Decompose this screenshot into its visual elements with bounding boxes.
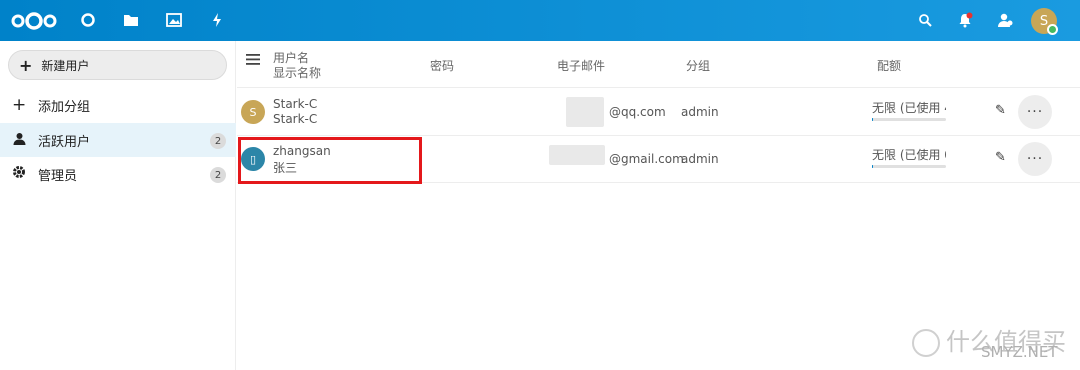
user-table: 用户名 显示名称 密码 电子邮件 分组 配额 S Stark-C Stark-C… [237, 41, 1080, 370]
notifications-icon[interactable] [954, 9, 976, 31]
row-email[interactable]: @qq.com [609, 105, 666, 119]
search-icon[interactable] [914, 9, 936, 31]
email-redaction [566, 97, 604, 127]
activity-icon[interactable] [206, 9, 228, 31]
header-groups: 分组 [686, 59, 711, 73]
header-password: 密码 [430, 59, 455, 73]
sidebar-item-active-users[interactable]: 活跃用户 2 [0, 123, 236, 157]
row-display-name: Stark-C [273, 112, 318, 126]
sidebar-item-add-group[interactable]: + 添加分组 [0, 88, 236, 122]
highlight-annotation [238, 137, 422, 184]
sidebar-item-label: 活跃用户 [38, 134, 91, 150]
row-username: Stark-C [273, 97, 318, 111]
row-quota[interactable]: 无限 (已使用 4 [872, 99, 946, 116]
quota-bar [872, 118, 946, 121]
plus-icon: + [12, 95, 27, 115]
header-display-name[interactable]: 显示名称 [273, 64, 321, 81]
user-icon [12, 132, 26, 149]
sidebar: + 新建用户 + 添加分组 活跃用户 2 管理员 2 [0, 41, 236, 370]
new-user-button[interactable]: + 新建用户 [8, 50, 227, 80]
files-icon[interactable] [120, 9, 142, 31]
admin-gear-icon [12, 165, 26, 183]
header-quota: 配额 [877, 59, 902, 73]
row-group[interactable]: admin [681, 105, 719, 119]
table-row[interactable]: S Stark-C Stark-C @qq.com admin 无限 (已使用 … [237, 89, 1080, 136]
row-group[interactable]: admin [681, 152, 719, 166]
table-header: 用户名 显示名称 密码 电子邮件 分组 配额 [237, 41, 1080, 88]
plus-icon: + [19, 55, 33, 75]
active-users-count: 2 [210, 133, 226, 149]
contacts-icon[interactable] [994, 9, 1016, 31]
pencil-icon[interactable]: ✎ [995, 150, 1006, 165]
nextcloud-logo[interactable] [10, 10, 58, 32]
dashboard-icon[interactable] [77, 9, 99, 31]
quota-bar [872, 165, 946, 168]
more-actions-button[interactable]: ··· [1018, 142, 1052, 176]
pencil-icon[interactable]: ✎ [995, 103, 1006, 118]
top-header: S [0, 0, 1080, 41]
sidebar-item-admins[interactable]: 管理员 2 [0, 157, 236, 191]
row-email[interactable]: @gmail.com [609, 152, 684, 166]
sidebar-item-label: 添加分组 [38, 99, 91, 115]
more-actions-button[interactable]: ··· [1018, 95, 1052, 129]
email-redaction [549, 145, 605, 165]
photos-icon[interactable] [163, 9, 185, 31]
table-menu-icon[interactable] [246, 54, 260, 68]
new-user-label: 新建用户 [41, 58, 90, 73]
online-status-dot [1047, 24, 1058, 35]
sidebar-item-label: 管理员 [38, 168, 78, 184]
admins-count: 2 [210, 167, 226, 183]
avatar: S [241, 100, 265, 124]
watermark-sub: SMYZ.NET [981, 343, 1058, 361]
header-email: 电子邮件 [557, 59, 606, 73]
watermark-logo [912, 329, 940, 357]
row-quota[interactable]: 无限 (已使用 0 [872, 146, 946, 163]
